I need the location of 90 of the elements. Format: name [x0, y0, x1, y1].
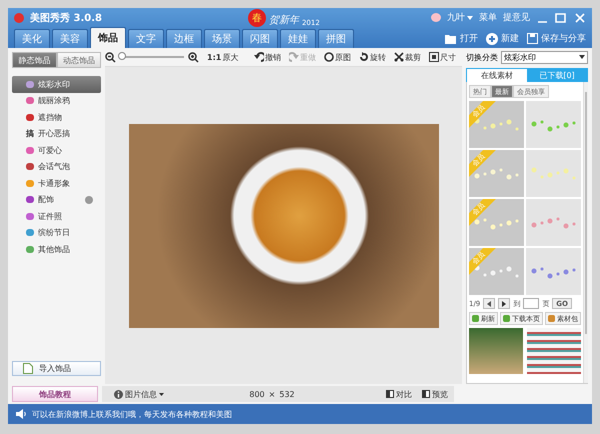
- left-triangle-icon: [487, 300, 492, 306]
- category-icon: [26, 180, 34, 187]
- file-icon: [23, 363, 33, 374]
- compare-button[interactable]: 对比: [386, 388, 412, 400]
- window-controls-icon[interactable]: [536, 12, 586, 24]
- save-button[interactable]: 保存与分享: [527, 29, 586, 48]
- right-triangle-icon: [502, 300, 506, 306]
- photo-placeholder[interactable]: [469, 328, 523, 374]
- category-dropdown[interactable]: 炫彩水印: [501, 50, 588, 64]
- category-icon: [26, 114, 34, 121]
- preview-icon: [422, 390, 430, 398]
- caret-icon: [579, 55, 585, 59]
- caret-icon: [159, 392, 164, 396]
- mode-tab[interactable]: 静态饰品: [12, 52, 56, 68]
- plus-icon: [486, 32, 498, 44]
- window-title: 美图秀秀 3.0.8: [30, 11, 102, 24]
- category-item[interactable]: 证件照: [12, 208, 101, 224]
- speaker-icon: [16, 409, 27, 419]
- package-icon: [548, 315, 555, 322]
- logo-icon: [14, 12, 24, 22]
- undo-icon: [254, 52, 264, 62]
- user-menu[interactable]: 九叶: [447, 11, 473, 24]
- category-icon: [26, 246, 34, 253]
- tutorial-button[interactable]: 饰品教程: [12, 386, 98, 402]
- category-item[interactable]: 靓丽涂鸦: [12, 92, 101, 109]
- photo-placeholder[interactable]: [527, 328, 581, 374]
- category-icon: [26, 97, 34, 104]
- category-item[interactable]: 配饰: [12, 192, 101, 208]
- open-button[interactable]: 打开: [445, 29, 478, 48]
- image-width: 800: [249, 390, 265, 398]
- source-tab[interactable]: 在线素材: [467, 69, 527, 82]
- category-icon-text: 搞: [26, 128, 34, 140]
- category-label: 切换分类: [466, 52, 498, 62]
- category-icon: [26, 163, 34, 170]
- category-item[interactable]: 缤纷节日: [12, 224, 101, 241]
- resize-icon: [429, 52, 439, 62]
- scrollbar[interactable]: [583, 82, 588, 383]
- times-sign: ×: [268, 390, 276, 398]
- category-icon: [26, 196, 34, 204]
- folder-icon: [445, 33, 457, 44]
- preview-button[interactable]: 预览: [422, 388, 448, 400]
- category-item[interactable]: 遮挡物: [12, 109, 101, 126]
- previous-page-button[interactable]: [483, 298, 496, 309]
- redo-icon: [289, 52, 299, 62]
- undo-button[interactable]: 撤销: [254, 52, 281, 62]
- zoom-in-icon[interactable]: [188, 52, 199, 62]
- category-icon: [26, 212, 34, 220]
- material-thumbnail[interactable]: [526, 150, 581, 197]
- category-icon: [26, 229, 34, 236]
- category-icon: [26, 146, 34, 154]
- category-item[interactable]: 可爱心: [12, 142, 101, 158]
- category-item[interactable]: 其他饰品: [12, 241, 101, 258]
- status-text: 可以在新浪微博上联系我们哦，每天发布各种教程和美图: [32, 408, 232, 420]
- size-button[interactable]: 尺寸: [429, 52, 456, 62]
- pig-avatar-icon: [431, 13, 441, 22]
- new-button[interactable]: 新建: [486, 29, 519, 48]
- compare-icon: [386, 390, 394, 398]
- caret-icon: [467, 16, 473, 20]
- info-icon: [114, 390, 123, 398]
- material-thumbnail[interactable]: [526, 248, 581, 295]
- image-height: 532: [279, 390, 295, 398]
- category-item[interactable]: 卡通形象: [12, 175, 101, 192]
- zoom-out-icon[interactable]: [105, 52, 116, 62]
- category-item[interactable]: 搞 开心恶搞: [12, 126, 101, 142]
- import-button[interactable]: 导入饰品: [12, 361, 101, 376]
- original-button[interactable]: 原图: [324, 52, 351, 62]
- menu-link[interactable]: 菜单: [479, 11, 497, 24]
- actual-size-button[interactable]: 1:1原大: [207, 52, 238, 62]
- mode-tab[interactable]: 动态饰品: [56, 52, 101, 68]
- page-input-field[interactable]: [523, 298, 540, 309]
- category-icon: [26, 80, 34, 88]
- rotate-icon: [359, 52, 369, 62]
- expand-icon[interactable]: [85, 196, 93, 204]
- material-thumbnail[interactable]: [526, 101, 581, 148]
- next-page-button[interactable]: [498, 298, 510, 309]
- lantern-drawing: 春: [248, 9, 266, 27]
- image-info-button[interactable]: 图片信息: [114, 388, 164, 400]
- download-icon: [503, 315, 510, 322]
- category-item[interactable]: 炫彩水印: [12, 76, 101, 92]
- greeting-text: 贺新年: [268, 14, 299, 27]
- scissors-icon: [394, 52, 404, 62]
- circle-icon: [324, 52, 334, 62]
- save-icon: [527, 33, 538, 44]
- rotate-button[interactable]: 旋转: [359, 52, 386, 62]
- material-thumbnail[interactable]: [526, 199, 581, 246]
- category-item[interactable]: 会话气泡: [12, 158, 101, 175]
- main-tab[interactable]: 饰品: [90, 27, 126, 48]
- crop-button[interactable]: 裁剪: [394, 52, 421, 62]
- feedback-link[interactable]: 提意见: [503, 11, 530, 24]
- refresh-icon: [472, 315, 479, 322]
